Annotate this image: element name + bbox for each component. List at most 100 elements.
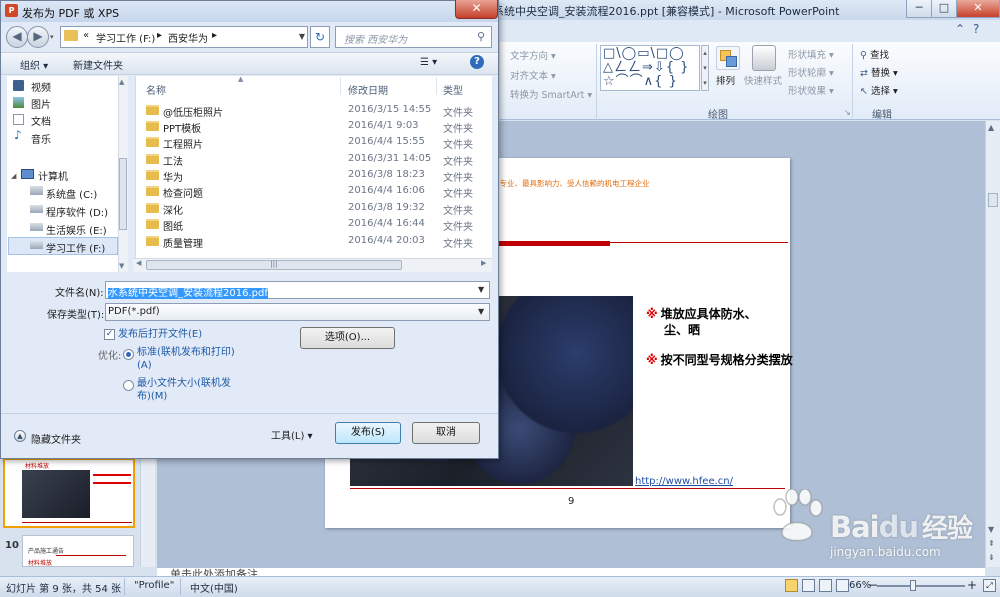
breadcrumb-separator[interactable]: ▸	[157, 30, 162, 41]
forward-button[interactable]: ▶	[27, 26, 49, 48]
nav-item-pictures[interactable]: 图片	[31, 96, 51, 111]
shape-effects-button[interactable]: 形状效果 ▾	[788, 83, 834, 97]
search-icon[interactable]: ⚲	[477, 30, 485, 43]
filename-dropdown-icon[interactable]: ▼	[478, 285, 484, 294]
column-header-type[interactable]: 类型	[443, 82, 463, 97]
normal-view-icon[interactable]	[785, 579, 798, 592]
nav-item-drive-e[interactable]: 生活娱乐 (E:)	[46, 222, 107, 237]
align-text-button[interactable]: 对齐文本 ▾	[510, 68, 556, 82]
file-row-name[interactable]: 质量管理	[163, 235, 203, 250]
file-row-name[interactable]: PPT模板	[163, 120, 201, 135]
optimize-standard-radio[interactable]	[123, 349, 134, 360]
nav-item-drive-c[interactable]: 系统盘 (C:)	[46, 186, 97, 201]
gallery-scroll[interactable]: ▴ ▾ ▾	[701, 45, 709, 91]
tools-menu[interactable]: 工具(L) ▾	[271, 427, 313, 442]
organize-button[interactable]: 组织 ▾	[20, 57, 48, 72]
nav-item-videos[interactable]: 视频	[31, 79, 51, 94]
file-row-name[interactable]: 检查问题	[163, 185, 203, 200]
help-icon[interactable]: ?	[470, 55, 484, 69]
reading-view-icon[interactable]	[819, 579, 832, 592]
scroll-up-icon[interactable]: ▲	[119, 78, 124, 86]
slide-vertical-scrollbar[interactable]: ▲ ▼ ⇞ ⇟	[985, 121, 1000, 567]
dialog-close-button[interactable]: ✕	[455, 0, 498, 19]
thumbnail-scrollbar[interactable]	[140, 455, 155, 567]
nav-item-computer[interactable]: 计算机	[38, 168, 68, 183]
slide-sorter-icon[interactable]	[802, 579, 815, 592]
collapse-icon[interactable]: ▲	[14, 430, 26, 442]
address-prefix[interactable]: «	[83, 30, 89, 41]
open-after-checkbox[interactable]: ✓	[104, 329, 115, 340]
text-direction-button[interactable]: 文字方向 ▾	[510, 48, 556, 62]
options-button[interactable]: 选项(O)...	[300, 327, 395, 349]
ribbon-minimize-icon[interactable]: ⌃	[955, 22, 965, 36]
cancel-button[interactable]: 取消	[412, 422, 480, 444]
slideshow-icon[interactable]	[836, 579, 849, 592]
column-divider[interactable]	[340, 77, 341, 95]
scroll-down-icon[interactable]: ▼	[119, 262, 124, 270]
expand-icon[interactable]: ◢	[11, 172, 16, 180]
file-row-name[interactable]: 图纸	[163, 218, 183, 233]
maximize-button[interactable]: □	[931, 0, 957, 18]
scroll-left-icon[interactable]: ◀	[136, 259, 141, 267]
optimize-standard-label[interactable]: 标准(联机发布和打印)	[137, 346, 235, 359]
column-divider[interactable]	[436, 77, 437, 95]
hscroll-thumb[interactable]: |||	[146, 260, 402, 270]
find-button[interactable]: ⚲ 查找	[860, 47, 889, 61]
convert-smartart-button[interactable]: 转换为 SmartArt ▾	[510, 87, 592, 101]
dialog-launcher-icon[interactable]: ↘	[844, 108, 851, 117]
recent-locations-icon[interactable]: ▾	[50, 33, 54, 41]
minimize-button[interactable]: ─	[906, 0, 932, 18]
scroll-up-icon[interactable]: ▲	[988, 123, 994, 132]
quick-styles-button[interactable]: 快速样式	[744, 73, 782, 87]
refresh-icon[interactable]: ↻	[310, 26, 330, 48]
fit-to-window-icon[interactable]: ⤢	[983, 579, 996, 592]
optimize-minimum-label[interactable]: 最小文件大小(联机发	[137, 377, 231, 390]
help-icon[interactable]: ?	[973, 22, 979, 36]
filename-value[interactable]: 水系统中央空调_安装流程2016.pdf	[108, 288, 268, 299]
view-options-button[interactable]: ☰ ▾	[420, 57, 437, 68]
file-row-name[interactable]: 深化	[163, 202, 183, 217]
file-row-name[interactable]: 工法	[163, 153, 183, 168]
zoom-slider-thumb[interactable]	[910, 580, 916, 591]
zoom-slider-track[interactable]	[877, 585, 965, 587]
next-slide-icon[interactable]: ⇟	[988, 553, 995, 562]
replace-button[interactable]: ⇄ 替换 ▾	[860, 65, 898, 79]
scroll-thumb[interactable]	[988, 193, 998, 207]
filename-input[interactable]: 水系统中央空调_安装流程2016.pdf	[105, 281, 490, 299]
file-row-name[interactable]: @低压柜照片	[163, 104, 223, 119]
nav-item-documents[interactable]: 文档	[31, 113, 51, 128]
filetype-dropdown-icon[interactable]: ▼	[478, 307, 484, 316]
notes-pane[interactable]	[157, 567, 985, 576]
column-header-date[interactable]: 修改日期	[348, 82, 388, 97]
back-button[interactable]: ◀	[6, 26, 28, 48]
column-header-name[interactable]: 名称	[146, 82, 166, 97]
close-window-button[interactable]: ✕	[956, 0, 1000, 18]
scroll-down-icon[interactable]: ▼	[988, 525, 994, 534]
nav-item-drive-d[interactable]: 程序软件 (D:)	[46, 204, 108, 219]
search-input[interactable]: 搜索 西安华为	[335, 26, 492, 48]
new-folder-button[interactable]: 新建文件夹	[73, 57, 123, 72]
file-row-name[interactable]: 华为	[163, 169, 183, 184]
address-dropdown-icon[interactable]: ▼	[296, 26, 308, 48]
open-after-label[interactable]: 发布后打开文件(E)	[118, 328, 202, 341]
filetype-select[interactable]: PDF(*.pdf)	[105, 303, 490, 321]
slide-link[interactable]: http://www.hfee.cn/	[635, 476, 733, 487]
prev-slide-icon[interactable]: ⇞	[988, 539, 995, 548]
arrange-button[interactable]: 排列	[716, 73, 735, 87]
shape-fill-button[interactable]: 形状填充 ▾	[788, 47, 834, 61]
optimize-minimum-radio[interactable]	[123, 380, 134, 391]
select-button[interactable]: ↖ 选择 ▾	[860, 83, 898, 97]
breadcrumb-drive-f[interactable]: 学习工作 (F:)	[96, 30, 155, 45]
publish-button[interactable]: 发布(S)	[335, 422, 401, 444]
optimize-minimum-label-2[interactable]: 布)(M)	[137, 390, 167, 403]
nav-scroll-thumb[interactable]	[119, 158, 127, 230]
optimize-standard-label-2[interactable]: (A)	[137, 359, 152, 372]
shape-outline-button[interactable]: 形状轮廓 ▾	[788, 65, 834, 79]
scroll-right-icon[interactable]: ▶	[481, 259, 486, 267]
language-indicator[interactable]: 中文(中国)	[190, 580, 238, 595]
nav-item-music[interactable]: 音乐	[31, 131, 51, 146]
nav-item-drive-f[interactable]: 学习工作 (F:)	[46, 240, 105, 255]
breadcrumb-folder[interactable]: 西安华为	[168, 30, 208, 45]
hide-folders-button[interactable]: 隐藏文件夹	[31, 431, 81, 446]
shape-gallery[interactable]: □\◯▭\□◯ △ㄥㄥ⇒⇩{ } ☆⌒⌒∧{ }	[600, 45, 700, 91]
